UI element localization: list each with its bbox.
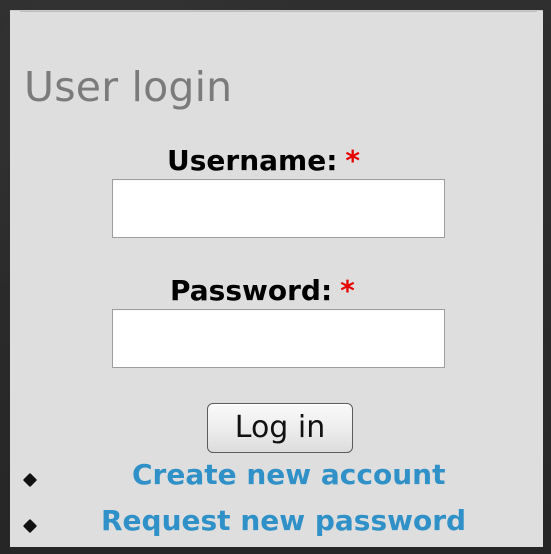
list-item: Request new password	[10, 505, 543, 549]
username-required-mark: *	[345, 144, 361, 177]
username-label: Username: *	[167, 147, 360, 175]
login-links-list: Create new account Request new password	[10, 459, 543, 551]
user-login-block: User login Username: * Password: * Log in …	[10, 10, 543, 547]
password-label-text: Password:	[170, 274, 333, 307]
list-item: Create new account	[10, 459, 543, 503]
create-account-link[interactable]: Create new account	[132, 461, 445, 489]
bullet-icon	[22, 472, 38, 488]
user-login-title: User login	[24, 63, 233, 111]
password-input[interactable]	[112, 309, 445, 368]
bullet-icon	[22, 518, 38, 534]
block-divider	[20, 11, 537, 12]
page-background: User login Username: * Password: * Log in …	[0, 0, 551, 554]
username-label-text: Username:	[167, 144, 338, 177]
password-required-mark: *	[340, 274, 355, 307]
login-button[interactable]: Log in	[207, 403, 353, 453]
request-password-link[interactable]: Request new password	[101, 507, 466, 535]
username-input[interactable]	[112, 179, 445, 238]
password-label: Password: *	[170, 277, 355, 305]
